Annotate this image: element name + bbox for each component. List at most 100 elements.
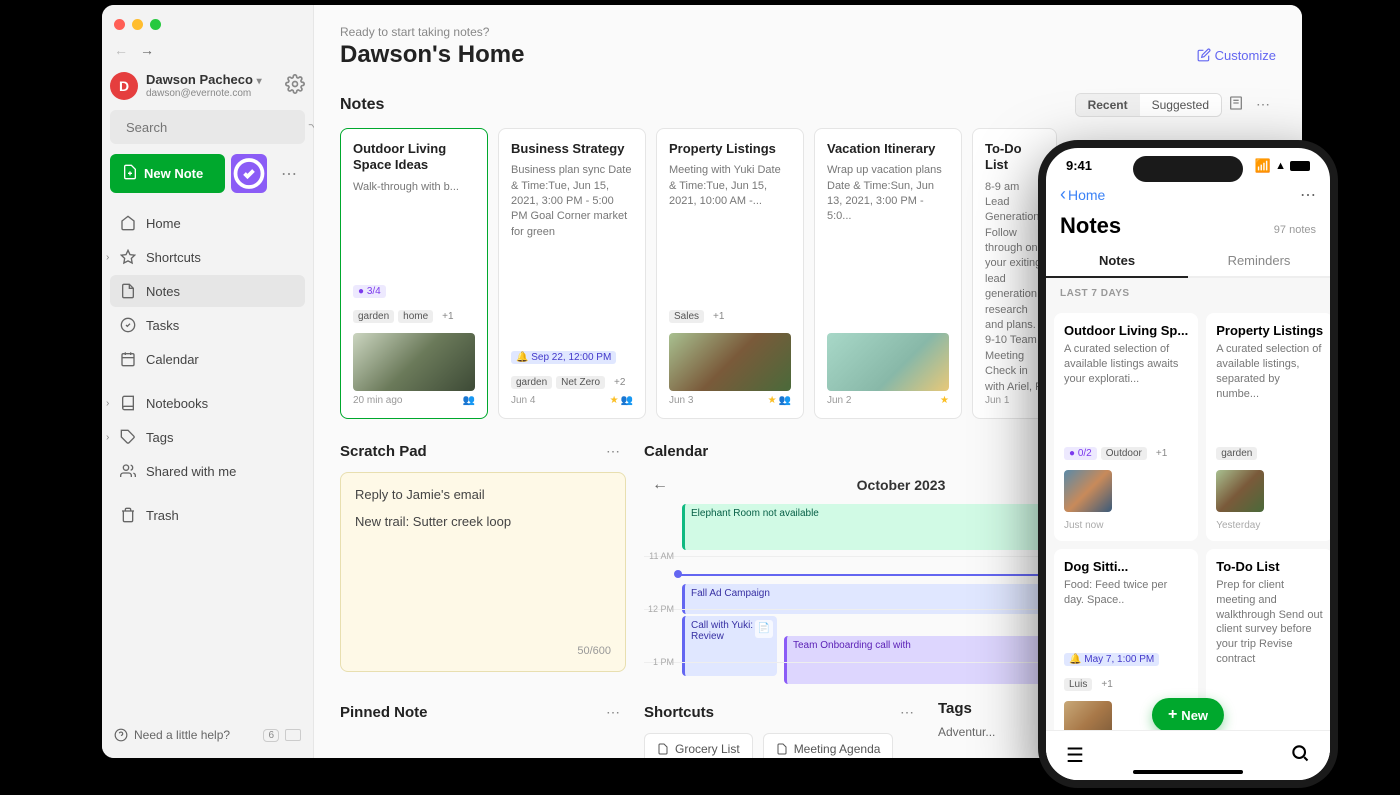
back-button[interactable]: ‹ Home xyxy=(1060,184,1105,205)
event-label: Team Onboarding call with xyxy=(793,640,911,651)
tab-reminders[interactable]: Reminders xyxy=(1188,245,1330,278)
fab-label: New xyxy=(1181,708,1208,723)
nav-calendar[interactable]: Calendar xyxy=(110,343,305,375)
help-text[interactable]: Need a little help? xyxy=(134,728,230,742)
note-tag[interactable]: Net Zero xyxy=(556,376,605,389)
note-body: Business plan sync Date & Time:Tue, Jun … xyxy=(511,163,633,345)
user-menu[interactable]: D Dawson Pacheco ▾ dawson@evernote.com xyxy=(110,68,305,110)
mobile-title: Notes xyxy=(1060,213,1274,239)
chevron-right-icon[interactable]: › xyxy=(106,252,109,263)
note-title: To-Do List xyxy=(1216,559,1323,574)
note-card[interactable]: Vacation Itinerary Wrap up vacation plan… xyxy=(814,128,962,419)
minimize-window[interactable] xyxy=(132,19,143,30)
nav-shortcuts[interactable]: › Shortcuts xyxy=(110,241,305,273)
scratch-title: Scratch Pad xyxy=(340,443,600,460)
menu-icon[interactable]: ☰ xyxy=(1066,743,1084,768)
note-icon xyxy=(120,283,136,299)
scratch-pad[interactable]: Reply to Jamie's email New trail: Sutter… xyxy=(340,472,626,672)
search-field[interactable] xyxy=(126,120,302,135)
nav-tasks[interactable]: Tasks xyxy=(110,309,305,341)
nav-tags[interactable]: › Tags xyxy=(110,421,305,453)
help-icon[interactable] xyxy=(114,728,128,742)
prev-month-button[interactable]: ← xyxy=(652,476,668,494)
close-window[interactable] xyxy=(114,19,125,30)
nav-forward-icon[interactable]: → xyxy=(140,42,154,58)
event-action-icon[interactable]: 📄 xyxy=(755,620,773,638)
nav-trash[interactable]: Trash xyxy=(110,499,305,531)
note-tag[interactable]: garden xyxy=(1216,447,1257,460)
cal-event-yuki[interactable]: Call with Yuki: Review 📄 xyxy=(682,616,777,676)
mobile-new-button[interactable]: + New xyxy=(1152,698,1224,732)
note-tag[interactable]: Outdoor xyxy=(1101,447,1147,460)
event-label: Call with Yuki: Review xyxy=(691,620,753,642)
chevron-right-icon[interactable]: › xyxy=(106,432,109,443)
tag-icon xyxy=(120,429,136,445)
chevron-left-icon: ‹ xyxy=(1060,184,1066,205)
tag-item[interactable]: Adventur... xyxy=(938,725,1008,739)
nav-back-icon[interactable]: ← xyxy=(114,42,128,58)
more-actions-button[interactable]: ⋯ xyxy=(273,154,305,193)
greeting: Ready to start taking notes? xyxy=(340,25,1276,39)
nav-shared[interactable]: Shared with me xyxy=(110,455,305,487)
nav-label: Notebooks xyxy=(146,396,208,411)
nav-notes[interactable]: Notes xyxy=(110,275,305,307)
note-tag[interactable]: Sales xyxy=(669,310,704,323)
note-tag[interactable]: home xyxy=(398,310,433,323)
shortcut-item[interactable]: Grocery List xyxy=(644,733,753,758)
user-name: Dawson Pacheco ▾ xyxy=(146,72,277,88)
mobile-more-icon[interactable]: ⋯ xyxy=(1300,185,1316,205)
note-card[interactable]: Property Listings Meeting with Yuki Date… xyxy=(656,128,804,419)
note-tag[interactable]: garden xyxy=(511,376,552,389)
tag-more[interactable]: +1 xyxy=(437,310,458,323)
tab-suggested[interactable]: Suggested xyxy=(1140,94,1221,116)
tab-recent[interactable]: Recent xyxy=(1076,94,1140,116)
scratch-line: New trail: Sutter creek loop xyxy=(355,514,611,529)
note-title: Outdoor Living Space Ideas xyxy=(353,141,475,174)
user-email: dawson@evernote.com xyxy=(146,88,277,100)
notch xyxy=(1133,156,1243,182)
tags-title: Tags xyxy=(938,700,1008,717)
search-input[interactable]: ⌥⌘F xyxy=(110,110,305,144)
customize-label: Customize xyxy=(1215,48,1276,63)
ai-button[interactable] xyxy=(231,154,267,193)
nav-label: Tasks xyxy=(146,318,179,333)
progress-badge: ● 0/2 xyxy=(1064,447,1097,460)
plus-icon: + xyxy=(1168,706,1177,724)
note-tag[interactable]: Luis xyxy=(1064,678,1092,691)
maximize-window[interactable] xyxy=(150,19,161,30)
notes-more-icon[interactable]: ⋯ xyxy=(1250,92,1276,117)
note-body: A curated selection of available listing… xyxy=(1064,342,1188,441)
mobile-note-card[interactable]: Outdoor Living Sp... A curated selection… xyxy=(1054,313,1198,541)
tag-more[interactable]: +1 xyxy=(1096,678,1117,691)
tag-more[interactable]: +1 xyxy=(708,310,729,323)
note-thumbnail xyxy=(827,333,949,391)
note-title: Dog Sitti... xyxy=(1064,559,1188,574)
note-card[interactable]: Business Strategy Business plan sync Dat… xyxy=(498,128,646,419)
new-note-button[interactable]: New Note xyxy=(110,154,225,193)
nav-home[interactable]: Home xyxy=(110,207,305,239)
mobile-note-card[interactable]: Property Listings A curated selection of… xyxy=(1206,313,1330,541)
customize-button[interactable]: Customize xyxy=(1197,48,1276,63)
star-icon: ★ xyxy=(940,395,949,406)
star-icon: ★ xyxy=(768,395,777,406)
note-card[interactable]: Outdoor Living Space Ideas Walk-through … xyxy=(340,128,488,419)
note-title: Property Listings xyxy=(1216,323,1323,338)
chevron-right-icon[interactable]: › xyxy=(106,398,109,409)
filter-icon[interactable] xyxy=(1222,91,1250,118)
note-date: Just now xyxy=(1064,520,1188,531)
note-tag[interactable]: garden xyxy=(353,310,394,323)
tab-notes[interactable]: Notes xyxy=(1046,245,1188,278)
reminder-badge: 🔔 May 7, 1:00 PM xyxy=(1064,653,1159,666)
shortcuts-more-icon[interactable]: ⋯ xyxy=(894,700,920,725)
tag-more[interactable]: +2 xyxy=(609,376,630,389)
shortcut-item[interactable]: Meeting Agenda xyxy=(763,733,894,758)
search-icon[interactable] xyxy=(1290,743,1310,768)
keyboard-icon[interactable] xyxy=(285,729,301,741)
tag-more[interactable]: +1 xyxy=(1151,447,1172,460)
scratch-more-icon[interactable]: ⋯ xyxy=(600,439,626,464)
gear-icon[interactable] xyxy=(285,74,305,99)
pinned-more-icon[interactable]: ⋯ xyxy=(600,700,626,725)
nav-notebooks[interactable]: › Notebooks xyxy=(110,387,305,419)
note-body: 8-9 am Lead Generation Follow through on… xyxy=(985,180,1044,395)
nav-label: Tags xyxy=(146,430,173,445)
